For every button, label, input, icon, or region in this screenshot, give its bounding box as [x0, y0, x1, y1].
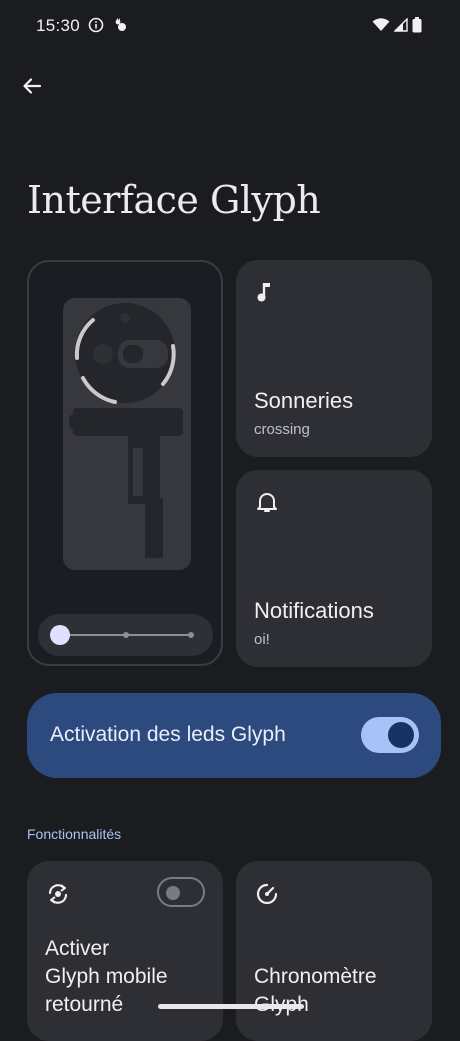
- signal-icon: [394, 18, 408, 32]
- wifi-icon: [372, 18, 390, 31]
- notifications-title: Notifications: [254, 598, 374, 623]
- bell-icon: [257, 493, 277, 512]
- slider-thumb: [50, 625, 70, 645]
- music-note-icon: [257, 283, 270, 302]
- glyph-activation-toggle[interactable]: [361, 717, 419, 753]
- flip-title-line-3: retourné: [45, 993, 124, 1016]
- arrow-back-icon: [23, 78, 42, 94]
- flip-title-line-2: Glyph mobile: [45, 965, 168, 988]
- section-header-features: Fonctionnalités: [27, 826, 122, 842]
- stopwatch-title-line-1: Chronomètre: [254, 965, 377, 988]
- back-button[interactable]: [18, 72, 46, 100]
- glyph-timer-card[interactable]: Chronomètre Glyph: [236, 861, 432, 1041]
- flip-to-glyph-card[interactable]: Activer Glyph mobile retourné: [27, 861, 223, 1041]
- notifications-subtitle: oi!: [254, 631, 270, 648]
- ringtones-subtitle: crossing: [254, 421, 310, 438]
- page-title: Interface Glyph: [27, 178, 321, 222]
- flip-title-line-1: Activer: [45, 937, 110, 960]
- status-time: 15:30: [36, 16, 81, 35]
- ringtones-tile[interactable]: Sonneries crossing: [236, 260, 432, 457]
- activation-label: Activation des leds Glyph: [50, 723, 286, 746]
- flip-icon: [48, 884, 68, 904]
- info-icon: [88, 17, 104, 33]
- home-indicator[interactable]: [158, 1004, 304, 1009]
- glyph-activation-card[interactable]: Activation des leds Glyph: [27, 693, 441, 778]
- cat-icon: [115, 18, 126, 31]
- notifications-tile[interactable]: Notifications oi!: [236, 470, 432, 667]
- toggle-thumb: [388, 722, 414, 748]
- phone-back-illustration: [63, 298, 191, 570]
- status-bar: 15:30: [0, 0, 460, 52]
- stopwatch-icon: [256, 883, 278, 905]
- battery-icon: [412, 17, 422, 33]
- glyph-diagram: [69, 303, 183, 558]
- glyph-preview-card[interactable]: [27, 260, 223, 666]
- ringtones-title: Sonneries: [254, 388, 354, 413]
- flip-to-glyph-toggle[interactable]: [157, 877, 205, 907]
- glyph-brightness-slider[interactable]: [38, 614, 213, 656]
